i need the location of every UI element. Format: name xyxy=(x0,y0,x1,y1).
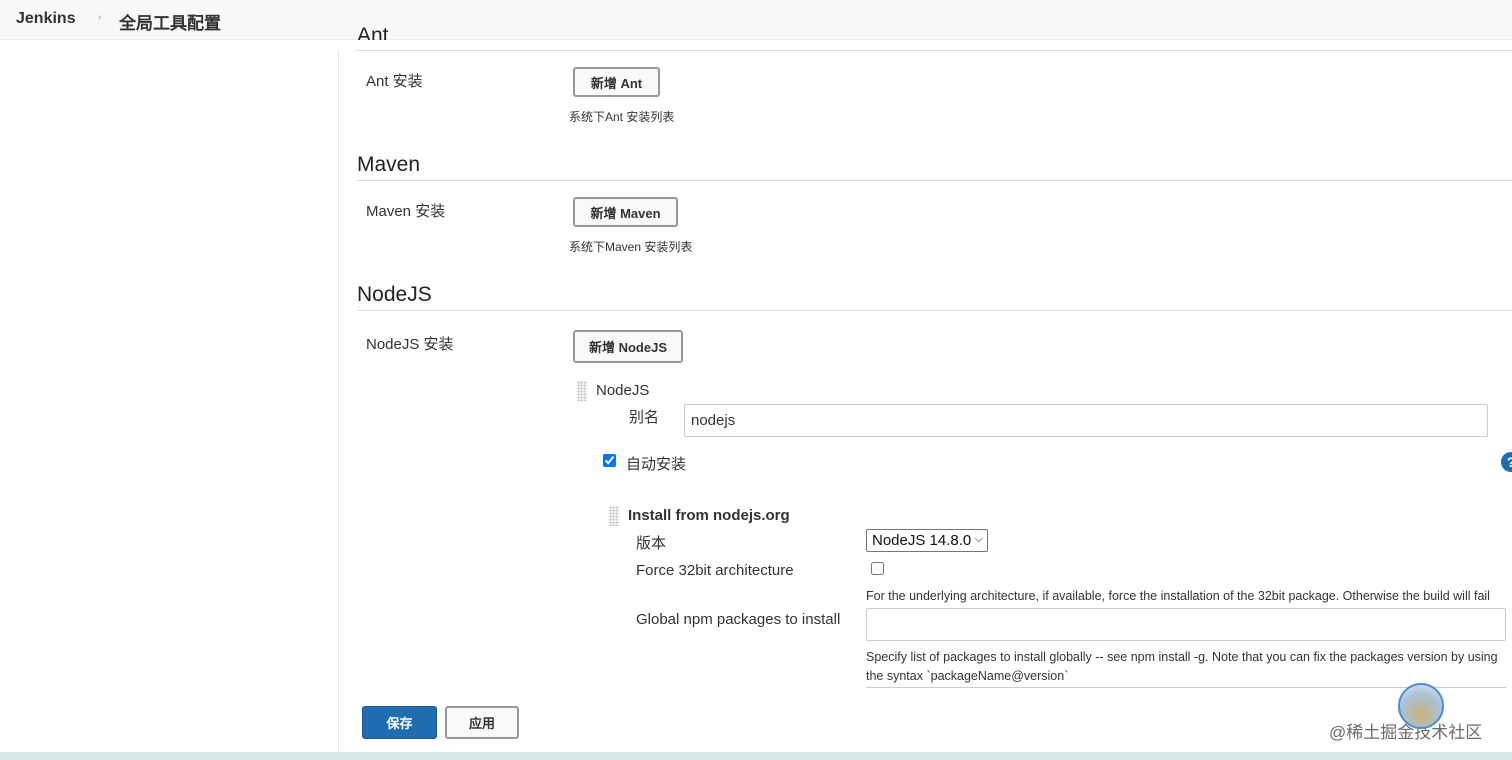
breadcrumb-separator-icon: › xyxy=(98,12,102,23)
bottom-bar xyxy=(0,752,1512,760)
npm-packages-input[interactable] xyxy=(866,608,1506,641)
scroll-mask xyxy=(338,40,1512,50)
section-divider xyxy=(357,50,1512,51)
jenkins-logo-text[interactable]: Jenkins xyxy=(16,10,76,28)
auto-install-checkbox[interactable] xyxy=(603,454,616,467)
nodejs-installation-header: NodeJS xyxy=(596,382,650,399)
add-maven-button[interactable]: 新增 Maven xyxy=(573,197,678,227)
maven-install-hint: 系统下Maven 安装列表 xyxy=(569,240,693,254)
add-nodejs-button[interactable]: 新增 NodeJS xyxy=(573,330,683,363)
section-divider xyxy=(357,180,1512,181)
version-select[interactable]: NodeJS 14.8.0 ⌵ xyxy=(866,529,988,552)
breadcrumb-current[interactable]: 全局工具配置 xyxy=(119,9,221,34)
version-select-value: NodeJS 14.8.0 xyxy=(872,532,972,549)
ant-install-hint: 系统下Ant 安装列表 xyxy=(569,110,675,124)
section-divider xyxy=(357,310,1512,311)
ant-install-label: Ant 安装 xyxy=(366,73,423,90)
alias-label: 别名 xyxy=(629,409,660,426)
installer-title: Install from nodejs.org xyxy=(628,507,790,524)
save-button[interactable]: 保存 xyxy=(362,706,437,739)
npm-packages-label: Global npm packages to install xyxy=(636,611,841,628)
alias-input[interactable] xyxy=(684,404,1488,437)
drag-handle-icon[interactable] xyxy=(609,506,619,526)
npm-packages-help-line1: Specify list of packages to install glob… xyxy=(866,650,1498,664)
section-title-nodejs: NodeJS xyxy=(357,283,432,306)
apply-button[interactable]: 应用 xyxy=(445,706,519,739)
avatar[interactable] xyxy=(1398,683,1444,729)
auto-install-label: 自动安装 xyxy=(626,456,687,473)
force32-help: For the underlying architecture, if avai… xyxy=(866,589,1490,603)
top-bar: Jenkins › 全局工具配置 xyxy=(0,0,1512,40)
version-label: 版本 xyxy=(636,535,667,552)
npm-packages-help-line2: the syntax `packageName@version` xyxy=(866,669,1069,683)
nodejs-install-label: NodeJS 安装 xyxy=(366,336,454,353)
chevron-down-icon: ⌵ xyxy=(974,533,983,545)
force32-label: Force 32bit architecture xyxy=(636,562,794,579)
add-ant-button[interactable]: 新增 Ant xyxy=(573,67,660,97)
maven-install-label: Maven 安装 xyxy=(366,203,446,220)
help-icon[interactable]: ? xyxy=(1501,452,1512,472)
force32-checkbox[interactable] xyxy=(871,562,884,575)
section-title-maven: Maven xyxy=(357,153,421,176)
drag-handle-icon[interactable] xyxy=(577,381,587,401)
sidebar xyxy=(0,40,339,752)
